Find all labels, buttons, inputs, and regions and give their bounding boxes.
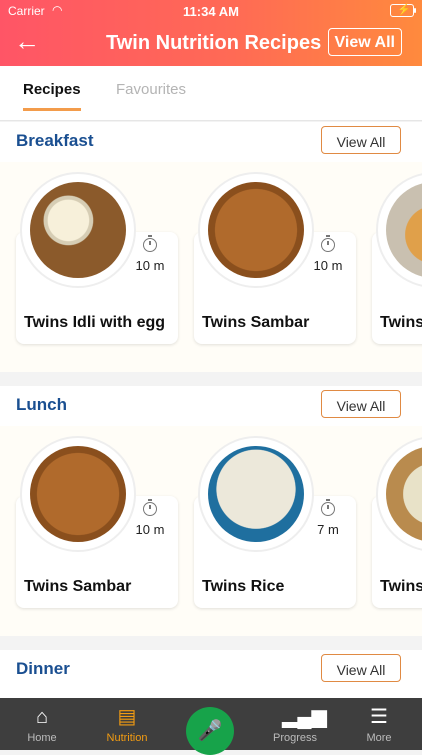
stopwatch-icon xyxy=(321,499,335,516)
stopwatch-icon xyxy=(143,499,157,516)
nutrition-icon: ▤ xyxy=(117,706,137,728)
bottom-tab-bar: ⌂ Home ▤ Nutrition 🎤 ▂▄▆ Progress ☰ More xyxy=(0,698,422,755)
recipe-time: 7 m xyxy=(317,522,339,537)
recipe-card[interactable]: Twins xyxy=(372,172,422,344)
tab-progress[interactable]: ▂▄▆ Progress xyxy=(260,704,330,744)
recipe-card[interactable]: Twins xyxy=(372,436,422,608)
lunch-view-all-button[interactable]: View All xyxy=(321,390,401,418)
recipe-name: Twins Sambar xyxy=(24,578,132,595)
menu-icon: ☰ xyxy=(370,706,388,728)
tab-home[interactable]: ⌂ Home xyxy=(7,704,77,744)
section-title: Breakfast xyxy=(16,131,94,150)
app-header: Carrier ◠ 11:34 AM ⚡ ← Twin Nutrition Re… xyxy=(0,0,422,66)
recipe-image xyxy=(198,172,314,288)
section-header-lunch: Lunch View All xyxy=(0,386,422,426)
tab-label: More xyxy=(366,732,392,744)
tab-label: Progress xyxy=(272,732,318,744)
recipe-card[interactable]: 7 m Twins Rice xyxy=(194,436,356,608)
page-title: Twin Nutrition Recipes xyxy=(106,32,322,54)
tab-bar: Recipes Favourites xyxy=(0,66,422,121)
mic-button[interactable]: 🎤 xyxy=(186,707,234,755)
tab-more[interactable]: ☰ More xyxy=(344,704,414,744)
recipe-image xyxy=(20,436,136,552)
recipe-name: Twins Sambar xyxy=(202,314,310,331)
tab-label: Nutrition xyxy=(106,732,148,744)
recipe-image xyxy=(376,436,422,552)
stopwatch-icon xyxy=(143,235,157,252)
recipe-card[interactable]: 10 m Twins Idli with egg xyxy=(16,172,178,344)
timer: 10 m xyxy=(308,235,348,273)
battery-icon: ⚡ xyxy=(390,4,416,17)
dinner-view-all-button[interactable]: View All xyxy=(321,654,401,682)
status-time: 11:34 AM xyxy=(183,4,239,19)
home-icon: ⌂ xyxy=(35,706,49,728)
section-title: Dinner xyxy=(16,659,70,678)
view-all-button[interactable]: View All xyxy=(327,28,402,56)
recipe-time: 10 m xyxy=(135,258,165,273)
lunch-row: 10 m Twins Sambar 7 m Twins Rice Twins xyxy=(0,426,422,636)
recipe-name: Twins Rice xyxy=(202,578,285,595)
section-header-dinner: Dinner View All xyxy=(0,650,422,698)
recipe-time: 10 m xyxy=(313,258,343,273)
recipe-image xyxy=(198,436,314,552)
progress-icon: ▂▄▆ xyxy=(282,706,327,728)
section-title: Lunch xyxy=(16,395,67,414)
mic-icon: 🎤 xyxy=(197,720,223,742)
back-arrow-icon[interactable]: ← xyxy=(14,28,42,56)
stopwatch-icon xyxy=(321,235,335,252)
recipe-time: 10 m xyxy=(135,522,165,537)
recipe-card[interactable]: 10 m Twins Sambar xyxy=(194,172,356,344)
recipe-card[interactable]: 10 m Twins Sambar xyxy=(16,436,178,608)
nav-row: ← Twin Nutrition Recipes View All xyxy=(0,26,422,62)
timer: 7 m xyxy=(308,499,348,537)
recipe-name: Twins Idli with egg xyxy=(24,314,166,331)
tab-recipes[interactable]: Recipes xyxy=(23,81,81,111)
breakfast-row: 10 m Twins Idli with egg 10 m Twins Samb… xyxy=(0,162,422,372)
tab-favourites[interactable]: Favourites xyxy=(116,81,186,98)
section-header-breakfast: Breakfast View All xyxy=(0,122,422,162)
tab-nutrition[interactable]: ▤ Nutrition xyxy=(92,704,162,744)
timer: 10 m xyxy=(130,235,170,273)
breakfast-view-all-button[interactable]: View All xyxy=(321,126,401,154)
recipe-image xyxy=(20,172,136,288)
status-bar: Carrier ◠ 11:34 AM ⚡ xyxy=(0,3,422,19)
tab-label: Home xyxy=(27,732,57,744)
timer: 10 m xyxy=(130,499,170,537)
recipe-name: Twins xyxy=(380,314,422,331)
recipe-name: Twins xyxy=(380,578,422,595)
recipe-image xyxy=(376,172,422,288)
